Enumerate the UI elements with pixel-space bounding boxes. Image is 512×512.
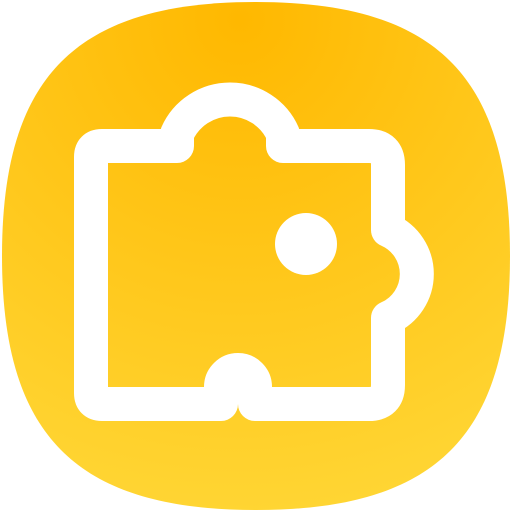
app-icon[interactable] [0, 0, 512, 512]
app-icon-canvas [0, 0, 512, 512]
puzzle-dot [275, 213, 337, 275]
